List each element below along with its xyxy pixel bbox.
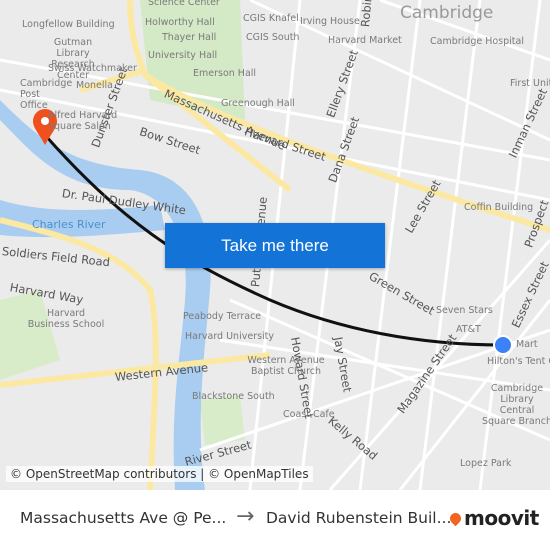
place-label: Thayer Hall — [162, 32, 217, 43]
place-label: Science Center — [148, 0, 220, 8]
place-label: Lopez Park — [460, 458, 512, 469]
place-label: Peabody Terrace — [183, 311, 262, 322]
arrow-right-icon: → — [236, 504, 255, 529]
place-label: Longfellow Building — [22, 19, 115, 30]
place-label: Harvard Market — [328, 35, 402, 46]
place-label: Irving House — [300, 16, 360, 27]
place-label: Swiss Watchmaker — [48, 63, 137, 74]
place-label: Coffin Building — [464, 202, 534, 213]
place-label: Mart — [516, 339, 538, 350]
park — [0, 290, 60, 380]
place-label: Hilton's Tent City — [487, 356, 550, 367]
place-label: Cambridge Post Office — [20, 78, 73, 111]
origin-marker — [493, 335, 513, 355]
place-label: Seven Stars — [436, 305, 493, 316]
place-label: AT&T — [456, 324, 481, 335]
place-label: Cambridge Library Central Square Branch — [482, 383, 550, 427]
take-me-there-button[interactable]: Take me there — [165, 223, 385, 268]
place-label: Harvard University — [185, 331, 275, 342]
route-footer: Massachusetts Ave @ Pe... → David Rubens… — [0, 490, 550, 550]
place-label: Blackstone South — [192, 391, 275, 402]
place-label: Holworthy Hall — [145, 17, 215, 28]
place-label: Monella — [76, 80, 113, 91]
place-label: Cambridge Hospital — [430, 36, 524, 47]
place-label: Alfred Harvard Square Salon — [48, 110, 118, 132]
place-label: First United — [510, 78, 550, 89]
map-attribution[interactable]: © OpenStreetMap contributors | © OpenMap… — [6, 466, 313, 482]
place-label: Emerson Hall — [193, 68, 257, 79]
place-label: Coast Cafe — [283, 409, 335, 420]
city-label: Cambridge — [400, 3, 494, 23]
brand-name: moovit — [464, 506, 539, 530]
place-label: CGIS South — [246, 32, 300, 43]
place-label: University Hall — [148, 50, 218, 61]
water-label: Charles River — [32, 218, 106, 231]
map[interactable]: Cambridge Charles River Massachusetts Av… — [0, 0, 550, 490]
moovit-logo[interactable]: moovit — [447, 506, 539, 530]
moovit-pin-icon — [447, 510, 464, 526]
destination-name: David Rubenstein Buil... — [266, 509, 452, 527]
place-label: Greenough Hall — [221, 98, 295, 109]
place-label: CGIS Knafel — [243, 13, 299, 24]
place-label: Harvard Business School — [27, 308, 105, 330]
place-label: Western Avenue Baptist Church — [247, 355, 325, 377]
place-label: Gutman Library Research Center — [51, 37, 95, 81]
origin-stop: Massachusetts Ave @ Pe... — [20, 509, 227, 527]
